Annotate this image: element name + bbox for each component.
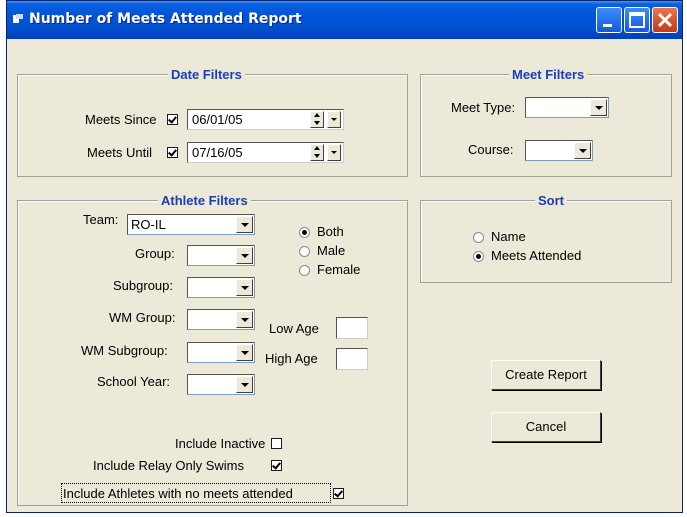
gender-male-radio[interactable]	[299, 246, 310, 257]
group-label: Group:	[135, 246, 175, 261]
window-title: Number of Meets Attended Report	[29, 11, 302, 27]
maximize-icon	[629, 12, 645, 28]
team-label: Team:	[83, 212, 119, 227]
meets-until-checkbox[interactable]	[167, 147, 178, 158]
meets-since-value: 06/01/05	[192, 112, 243, 127]
chevron-down-icon[interactable]	[236, 279, 253, 296]
meets-until-label: Meets Until	[87, 145, 153, 160]
chevron-down-icon[interactable]	[236, 311, 253, 328]
include-inactive-checkbox[interactable]	[271, 438, 282, 449]
meets-until-spinner[interactable]	[310, 144, 324, 161]
sort-frame: Sort	[420, 193, 672, 283]
gender-male-label: Male	[317, 243, 346, 258]
app-icon	[13, 14, 23, 23]
meets-until-datepicker[interactable]: 07/16/05	[187, 142, 344, 163]
gender-both-radio[interactable]	[299, 227, 310, 238]
wm-subgroup-select[interactable]	[187, 342, 255, 363]
gender-female-radio[interactable]	[299, 265, 310, 276]
team-value: RO-IL	[131, 217, 166, 232]
sort-meets-attended-label: Meets Attended	[491, 248, 582, 263]
meets-since-dropdown-arrow[interactable]	[327, 111, 341, 128]
chevron-down-icon[interactable]	[236, 216, 253, 233]
close-icon	[657, 12, 673, 28]
chevron-down-icon[interactable]	[590, 99, 607, 116]
school-year-select[interactable]	[187, 374, 255, 395]
include-no-meets-label: Include Athletes with no meets attended	[63, 486, 293, 501]
include-relay-only-label: Include Relay Only Swims	[93, 458, 244, 473]
meet-type-select[interactable]	[525, 97, 609, 118]
high-age-input[interactable]	[336, 348, 368, 370]
title-bar[interactable]: Number of Meets Attended Report	[7, 1, 682, 39]
group-select[interactable]	[187, 245, 255, 266]
subgroup-select[interactable]	[187, 277, 255, 298]
cancel-button[interactable]: Cancel	[491, 412, 601, 442]
school-year-label: School Year:	[97, 374, 171, 389]
date-filters-title: Date Filters	[168, 67, 245, 82]
include-relay-only-checkbox[interactable]	[271, 460, 282, 471]
minimize-icon	[603, 24, 612, 27]
chevron-down-icon[interactable]	[236, 247, 253, 264]
meets-until-value: 07/16/05	[192, 145, 243, 160]
course-select[interactable]	[525, 140, 593, 161]
team-select[interactable]: RO-IL	[127, 214, 255, 235]
meets-since-checkbox[interactable]	[167, 114, 178, 125]
create-report-button[interactable]: Create Report	[491, 360, 601, 390]
gender-both-label: Both	[317, 224, 344, 239]
gender-female-label: Female	[317, 262, 361, 277]
meet-filters-frame: Meet Filters	[420, 67, 672, 177]
meets-until-dropdown-arrow[interactable]	[327, 144, 341, 161]
meets-since-spinner[interactable]	[310, 111, 324, 128]
meets-since-datepicker[interactable]: 06/01/05	[187, 109, 344, 130]
include-inactive-label: Include Inactive	[175, 436, 266, 451]
include-no-meets-checkbox[interactable]	[333, 488, 344, 499]
high-age-label: High Age	[265, 351, 318, 366]
minimize-button[interactable]	[596, 7, 622, 33]
meets-since-label: Meets Since	[85, 112, 157, 127]
sort-meets-attended-radio[interactable]	[473, 251, 484, 262]
close-button[interactable]	[652, 7, 678, 33]
report-window: Number of Meets Attended Report Date Fil…	[6, 0, 683, 513]
low-age-input[interactable]	[336, 317, 368, 339]
chevron-down-icon[interactable]	[574, 142, 591, 159]
sort-title: Sort	[535, 193, 567, 208]
maximize-button[interactable]	[624, 7, 650, 33]
chevron-down-icon[interactable]	[236, 376, 253, 393]
low-age-label: Low Age	[269, 321, 319, 336]
wm-group-label: WM Group:	[109, 310, 176, 325]
wm-subgroup-label: WM Subgroup:	[81, 343, 168, 358]
chevron-down-icon[interactable]	[236, 344, 253, 361]
sort-name-radio[interactable]	[473, 232, 484, 243]
meet-filters-title: Meet Filters	[509, 67, 588, 82]
wm-group-select[interactable]	[187, 309, 255, 330]
athlete-filters-title: Athlete Filters	[158, 193, 251, 208]
subgroup-label: Subgroup:	[113, 278, 173, 293]
sort-name-label: Name	[491, 229, 526, 244]
course-label: Course:	[468, 142, 514, 157]
meet-type-label: Meet Type:	[451, 100, 516, 115]
